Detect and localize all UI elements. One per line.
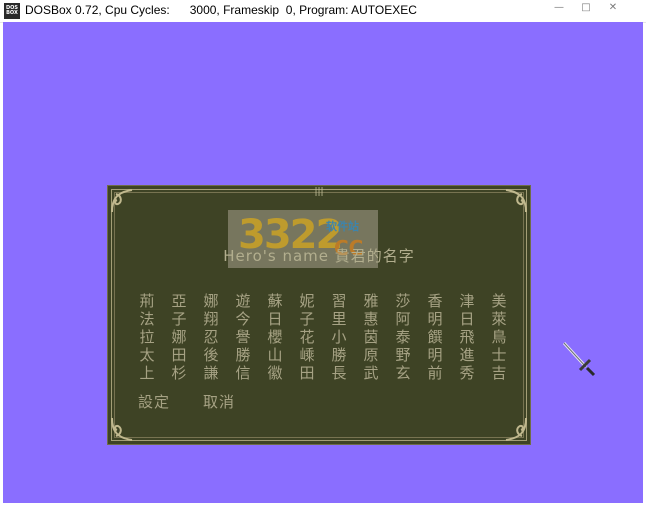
- name-character[interactable]: 萊: [490, 310, 508, 328]
- name-character[interactable]: 子: [298, 310, 316, 328]
- name-character[interactable]: 後: [202, 346, 220, 364]
- panel-top-ornament-icon: |||: [314, 187, 324, 197]
- name-character[interactable]: 吉: [490, 364, 508, 382]
- name-character[interactable]: 饌: [426, 328, 444, 346]
- name-character[interactable]: 美: [490, 292, 508, 310]
- name-character[interactable]: 娜: [170, 328, 188, 346]
- name-character[interactable]: 櫻: [266, 328, 284, 346]
- corner-ornament-icon: [505, 417, 527, 441]
- name-character[interactable]: 亞: [170, 292, 188, 310]
- name-character[interactable]: 荊: [138, 292, 156, 310]
- name-character[interactable]: 阿: [394, 310, 412, 328]
- name-character[interactable]: 謙: [202, 364, 220, 382]
- name-column: 習里小勝長: [330, 292, 348, 382]
- window-title: DOSBox 0.72, Cpu Cycles: 3000, Frameskip…: [25, 3, 417, 17]
- name-character[interactable]: 上: [138, 364, 156, 382]
- name-character[interactable]: 拉: [138, 328, 156, 346]
- name-character[interactable]: 太: [138, 346, 156, 364]
- cancel-button[interactable]: 取消: [203, 391, 235, 412]
- name-column: 香明饌明前: [426, 292, 444, 382]
- name-character[interactable]: 莎: [394, 292, 412, 310]
- name-character[interactable]: 勝: [330, 346, 348, 364]
- corner-ornament-icon: [505, 189, 527, 213]
- name-character[interactable]: 茵: [362, 328, 380, 346]
- maximize-icon[interactable]: □: [575, 1, 597, 15]
- name-character[interactable]: 明: [426, 310, 444, 328]
- name-character[interactable]: 子: [170, 310, 188, 328]
- corner-ornament-icon: [111, 189, 133, 213]
- name-character[interactable]: 遊: [234, 292, 252, 310]
- name-character[interactable]: 前: [426, 364, 444, 382]
- name-column: 雅惠茵原武: [362, 292, 380, 382]
- name-character[interactable]: 飛: [458, 328, 476, 346]
- watermark-brand: 软件站: [326, 220, 359, 233]
- name-character[interactable]: 里: [330, 310, 348, 328]
- name-character[interactable]: 勝: [234, 346, 252, 364]
- name-select-panel: ||| 3322 软件站 CC Hero's name 貴君的名字 荊法拉太上亞…: [107, 185, 531, 445]
- close-icon[interactable]: ✕: [602, 1, 624, 15]
- name-character[interactable]: 明: [426, 346, 444, 364]
- name-character[interactable]: 徽: [266, 364, 284, 382]
- title-bar[interactable]: DOS BOX DOSBox 0.72, Cpu Cycles: 3000, F…: [0, 0, 646, 23]
- name-character[interactable]: 蘇: [266, 292, 284, 310]
- name-character[interactable]: 忍: [202, 328, 220, 346]
- name-character[interactable]: 日: [458, 310, 476, 328]
- name-column: 津日飛進秀: [458, 292, 476, 382]
- name-character[interactable]: 娜: [202, 292, 220, 310]
- dosbox-app-icon[interactable]: DOS BOX: [4, 3, 20, 19]
- name-character[interactable]: 長: [330, 364, 348, 382]
- name-character[interactable]: 田: [298, 364, 316, 382]
- name-column: 蘇日櫻山徽: [266, 292, 284, 382]
- name-character[interactable]: 田: [170, 346, 188, 364]
- name-character[interactable]: 惠: [362, 310, 380, 328]
- confirm-button[interactable]: 設定: [138, 391, 170, 412]
- name-column: 亞子娜田杉: [170, 292, 188, 382]
- name-column: 娜翔忍後謙: [202, 292, 220, 382]
- sword-cursor-icon: [562, 341, 596, 377]
- name-character[interactable]: 法: [138, 310, 156, 328]
- corner-ornament-icon: [111, 417, 133, 441]
- name-character[interactable]: 杉: [170, 364, 188, 382]
- name-character[interactable]: 秀: [458, 364, 476, 382]
- name-character[interactable]: 信: [234, 364, 252, 382]
- name-character[interactable]: 妮: [298, 292, 316, 310]
- name-column: 妮子花嵊田: [298, 292, 316, 382]
- name-character[interactable]: 山: [266, 346, 284, 364]
- name-prompt-heading: Hero's name 貴君的名字: [223, 247, 415, 265]
- name-character[interactable]: 野: [394, 346, 412, 364]
- name-character[interactable]: 習: [330, 292, 348, 310]
- name-character[interactable]: 嵊: [298, 346, 316, 364]
- name-character[interactable]: 小: [330, 328, 348, 346]
- name-character[interactable]: 翔: [202, 310, 220, 328]
- name-character[interactable]: 士: [490, 346, 508, 364]
- name-column: 美萊鳥士吉: [490, 292, 508, 382]
- name-character[interactable]: 鳥: [490, 328, 508, 346]
- name-character[interactable]: 雅: [362, 292, 380, 310]
- name-character[interactable]: 進: [458, 346, 476, 364]
- name-character[interactable]: 玄: [394, 364, 412, 382]
- name-column: 遊今譽勝信: [234, 292, 252, 382]
- name-character[interactable]: 譽: [234, 328, 252, 346]
- name-character[interactable]: 津: [458, 292, 476, 310]
- name-character[interactable]: 香: [426, 292, 444, 310]
- name-character[interactable]: 原: [362, 346, 380, 364]
- name-character[interactable]: 日: [266, 310, 284, 328]
- name-character[interactable]: 泰: [394, 328, 412, 346]
- name-column: 莎阿泰野玄: [394, 292, 412, 382]
- name-column: 荊法拉太上: [138, 292, 156, 382]
- name-character[interactable]: 花: [298, 328, 316, 346]
- minimize-icon[interactable]: —: [548, 1, 570, 15]
- name-character[interactable]: 今: [234, 310, 252, 328]
- name-character[interactable]: 武: [362, 364, 380, 382]
